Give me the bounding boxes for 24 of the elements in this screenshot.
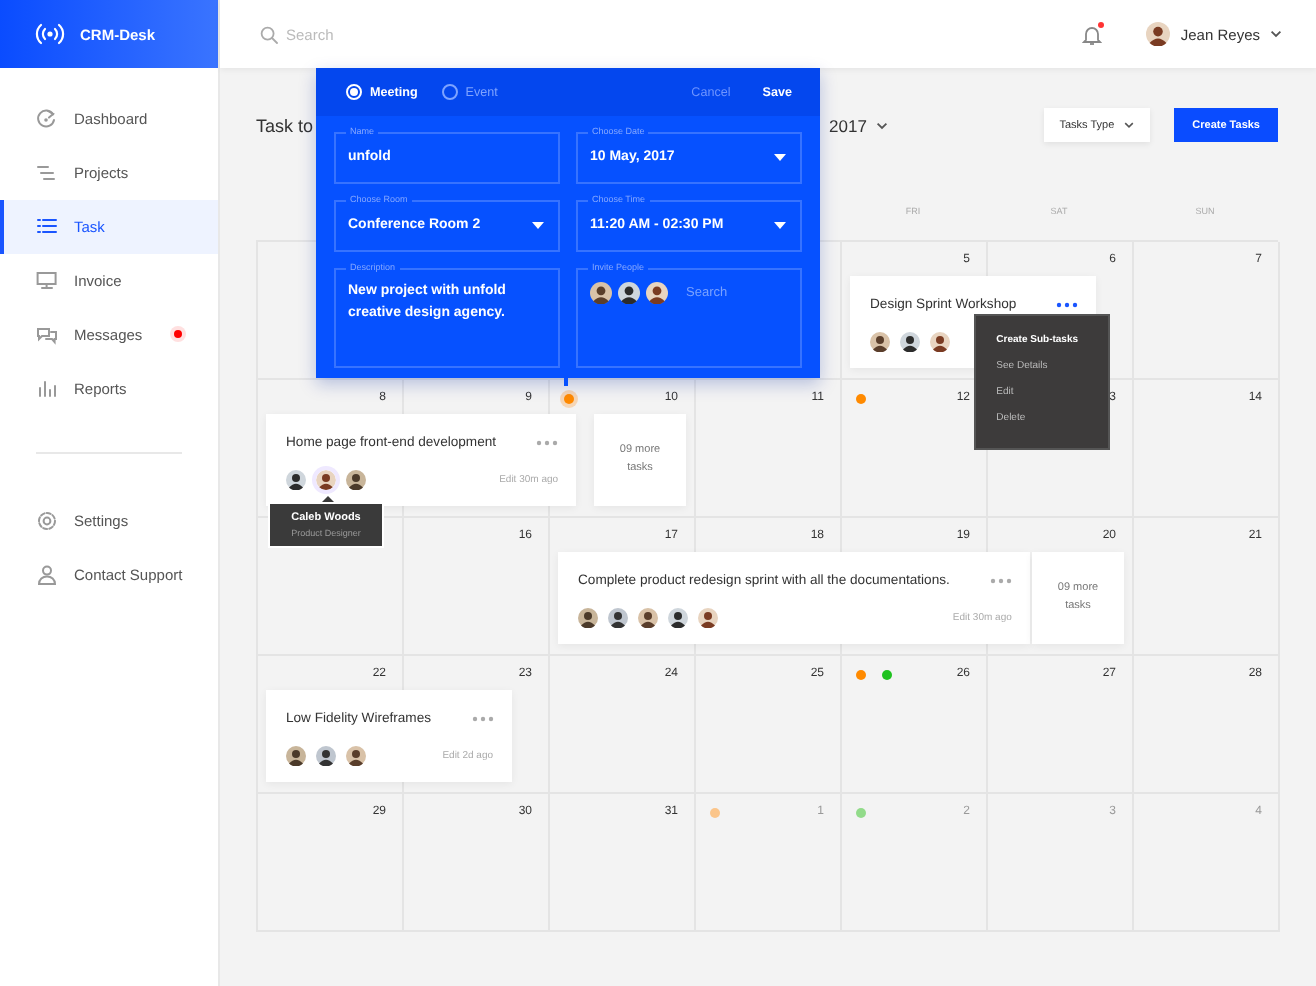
bar-chart-icon [36,378,58,400]
more-icon[interactable] [471,716,494,722]
chevron-down-icon[interactable] [1270,30,1282,38]
bell-icon[interactable] [1082,23,1103,45]
search-icon [260,25,278,43]
caret-icon [774,222,786,230]
chevron-down-icon [876,121,889,129]
more-icon[interactable] [989,578,1012,584]
avatar [1146,22,1171,46]
chevron-down-icon [1124,122,1135,128]
caret-icon [532,222,544,230]
monitor-icon [36,270,58,292]
page-title: Task to [256,115,314,135]
list-icon [36,162,58,184]
person-icon [36,564,58,586]
month-select[interactable]: 2017 [829,115,889,135]
signal-icon [34,22,66,46]
refresh-icon [36,108,58,130]
settings-icon [36,510,58,532]
more-icon[interactable] [536,440,559,446]
more-icon[interactable] [1056,302,1079,308]
chat-icon [36,324,58,346]
caret-icon [774,154,786,162]
list-icon [36,216,58,238]
